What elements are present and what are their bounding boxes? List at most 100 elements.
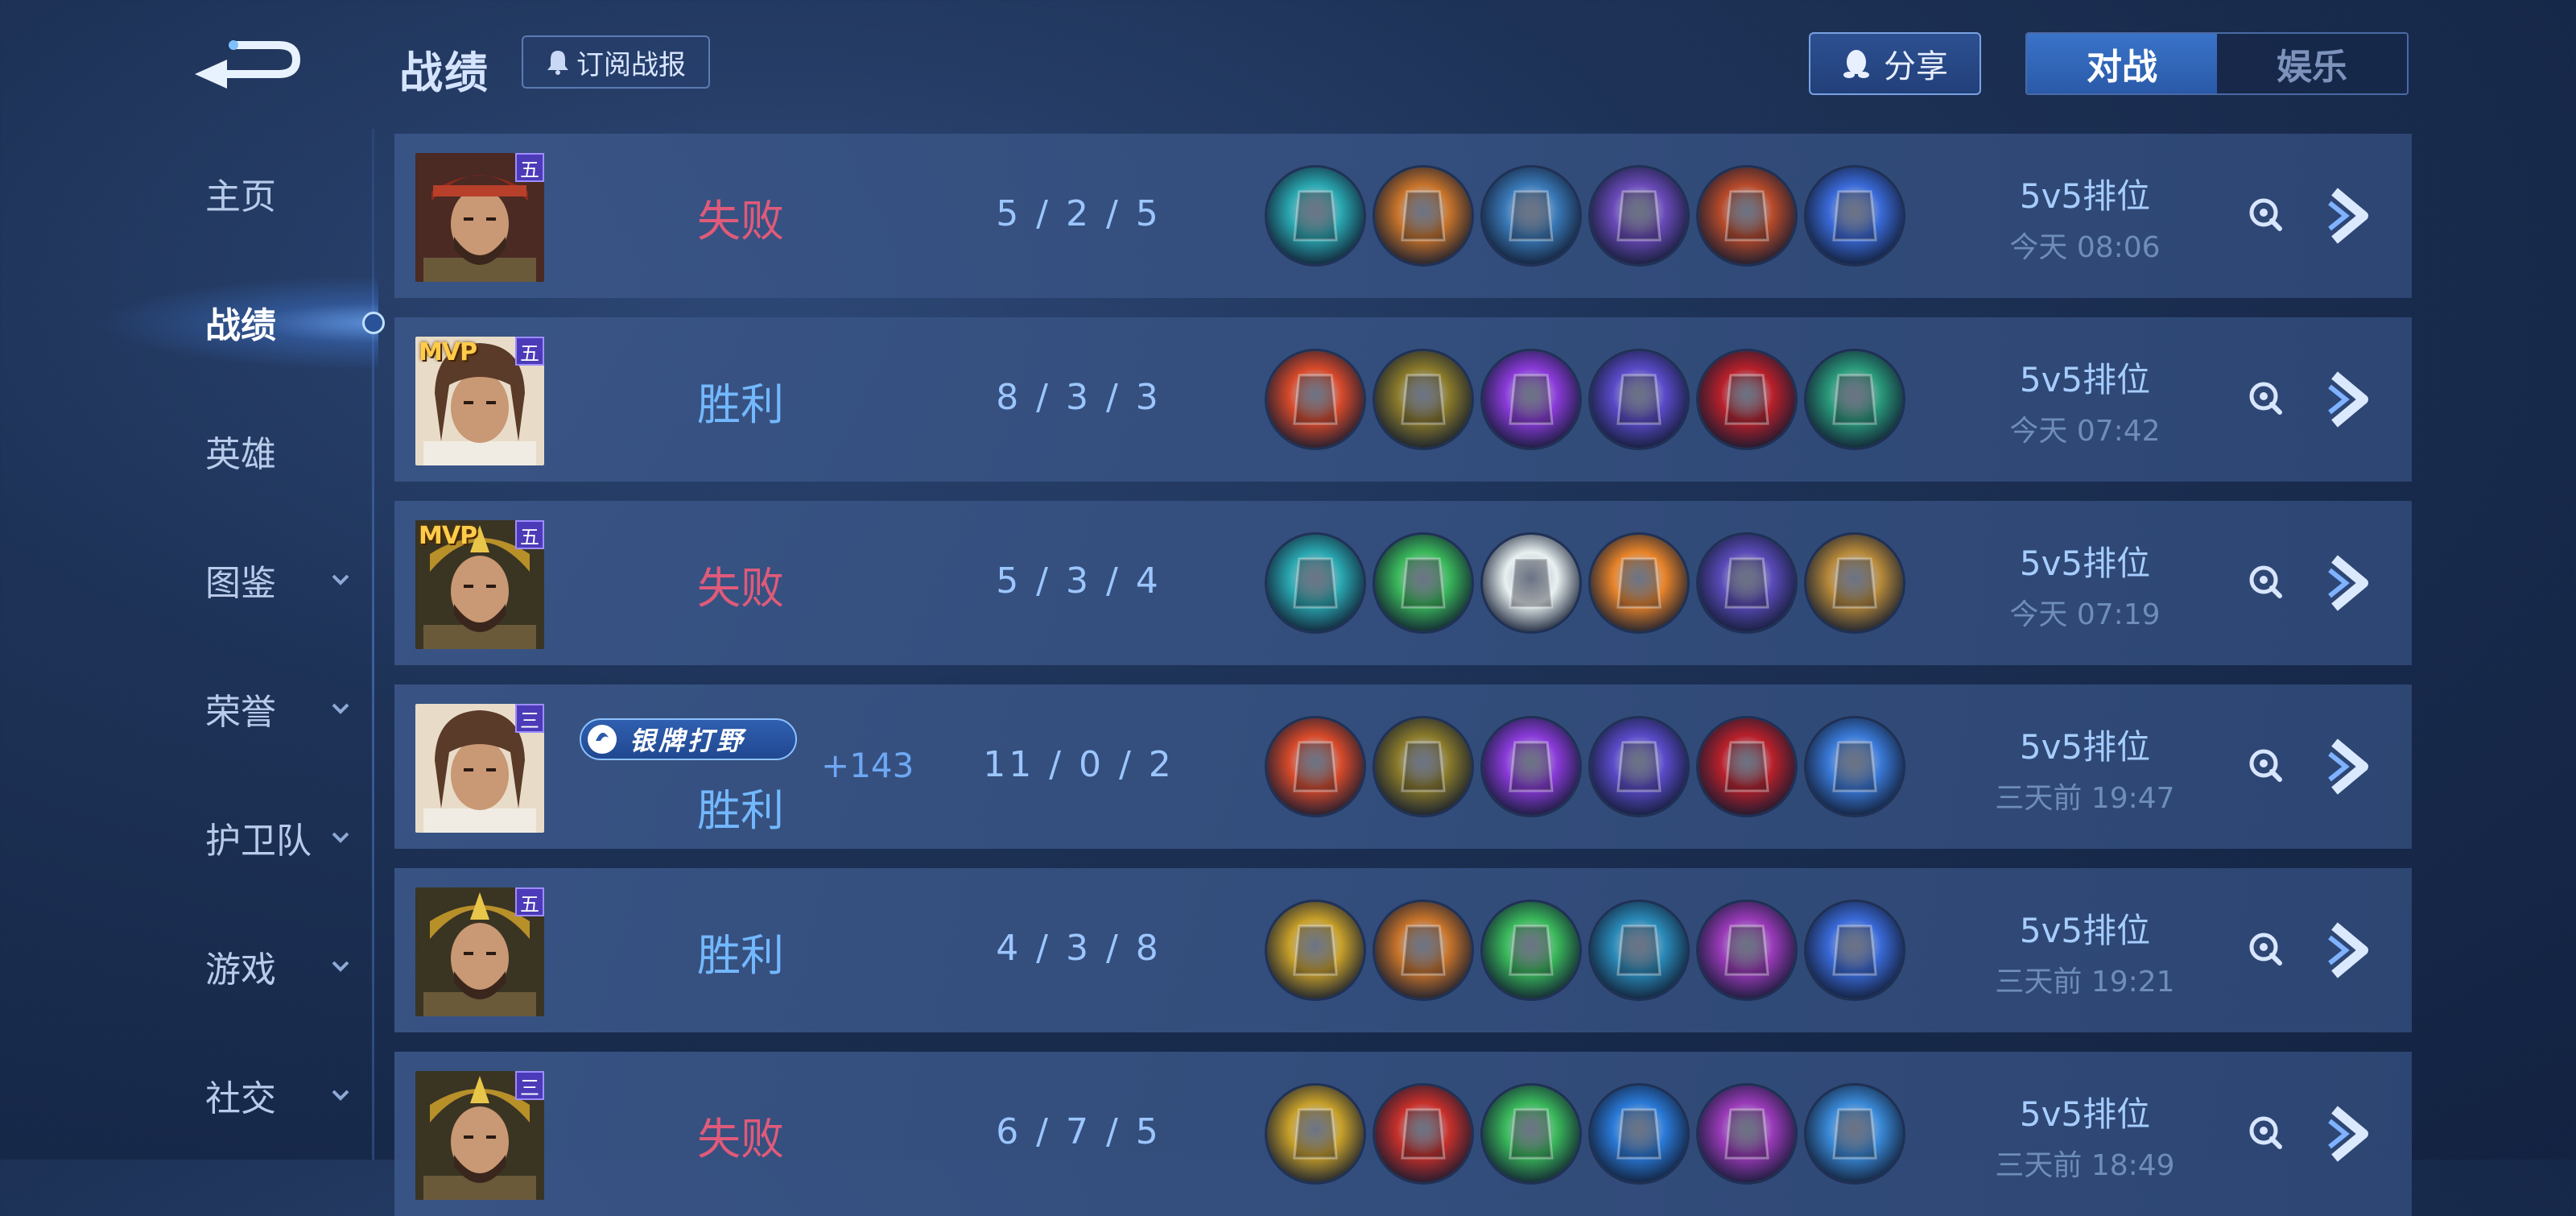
kda-score: 11 / 0 / 2: [983, 744, 1174, 785]
equipment-icon: [1699, 535, 1795, 631]
equipment-icon: [1483, 1086, 1579, 1182]
sidebar: 主页战绩英雄图鉴荣誉护卫队游戏社交: [0, 0, 385, 1160]
match-mode: 5v5排位: [2019, 176, 2151, 216]
replay-icon[interactable]: [2248, 564, 2283, 599]
sidebar-item[interactable]: 社交: [121, 1063, 362, 1127]
chevron-right-icon[interactable]: [2323, 920, 2375, 981]
equipment-icon: [1806, 718, 1903, 815]
match-result: 胜利: [697, 930, 784, 981]
equipment-icon: [1375, 902, 1472, 999]
sidebar-item-label: 游戏: [205, 949, 276, 991]
rank-tag: 三: [515, 704, 544, 733]
sidebar-item-label: 主页: [205, 176, 276, 217]
chevron-right-icon[interactable]: [2323, 552, 2375, 614]
match-row[interactable]: 三失败 6 / 7 / 5 5v5排位 三天前 18:49: [394, 1052, 2412, 1216]
match-result: 胜利: [697, 379, 784, 430]
replay-icon[interactable]: [2248, 196, 2283, 232]
match-row[interactable]: 三胜利 银牌打野 +143 11 / 0 / 2 5v5排位 三天前 19:47: [394, 685, 2412, 849]
equipment-list: [1267, 1086, 1903, 1182]
equipment-list: [1267, 351, 1903, 448]
jungle-role-icon: [588, 725, 617, 754]
equipment-icon: [1267, 168, 1364, 264]
match-mode: 5v5排位: [2019, 1094, 2151, 1134]
match-result: 失败: [697, 563, 784, 614]
mode-tab-switcher: 对战 娱乐: [2025, 32, 2409, 95]
rank-tag: 五: [515, 520, 544, 549]
match-row[interactable]: 五 MVP 胜利 8 / 3 / 3 5v5排位 今天 07:42: [394, 317, 2412, 482]
sidebar-item[interactable]: 护卫队: [121, 805, 362, 870]
share-button[interactable]: 分享: [1809, 32, 1981, 95]
chevron-down-icon: [332, 703, 349, 714]
equipment-icon: [1806, 168, 1903, 264]
equipment-icon: [1375, 718, 1472, 815]
bell-icon: [547, 51, 568, 75]
chevron-down-icon: [332, 574, 349, 585]
mvp-badge: MVP: [419, 338, 477, 366]
equipment-icon: [1267, 718, 1364, 815]
subscribe-report-button[interactable]: 订阅战报: [522, 35, 710, 89]
sidebar-item[interactable]: 游戏: [121, 934, 362, 999]
chevron-right-icon[interactable]: [2323, 369, 2375, 430]
replay-icon[interactable]: [2248, 1115, 2283, 1150]
equipment-list: [1267, 168, 1903, 264]
mvp-badge: MVP: [419, 522, 477, 550]
equipment-icon: [1483, 718, 1579, 815]
qq-penguin-icon: [1843, 50, 1869, 78]
title-badge: 银牌打野: [580, 718, 797, 760]
match-mode: 5v5排位: [2019, 727, 2151, 767]
equipment-icon: [1375, 168, 1472, 264]
equipment-icon: [1699, 168, 1795, 264]
match-row[interactable]: 五 MVP 失败 5 / 3 / 4 5v5排位 今天 07:19: [394, 501, 2412, 665]
chevron-right-icon[interactable]: [2323, 1103, 2375, 1164]
match-result: 失败: [697, 196, 784, 246]
back-arrow-icon: [195, 40, 301, 89]
replay-icon[interactable]: [2248, 931, 2283, 966]
equipment-list: [1267, 902, 1903, 999]
replay-icon[interactable]: [2248, 747, 2283, 783]
chevron-right-icon[interactable]: [2323, 185, 2375, 246]
kda-score: 5 / 3 / 4: [996, 560, 1162, 602]
kda-score: 6 / 7 / 5: [996, 1111, 1162, 1152]
equipment-icon: [1591, 535, 1687, 631]
chevron-down-icon: [332, 961, 349, 972]
sidebar-item[interactable]: 荣誉: [121, 676, 362, 741]
sidebar-item-label: 战绩: [205, 305, 276, 346]
equipment-icon: [1267, 535, 1364, 631]
equipment-icon: [1375, 535, 1472, 631]
rank-tag: 三: [515, 1071, 544, 1100]
equipment-icon: [1267, 902, 1364, 999]
share-label: 分享: [1884, 48, 1948, 85]
sidebar-item[interactable]: 图鉴: [121, 548, 362, 612]
sidebar-item[interactable]: 主页: [121, 161, 362, 225]
rank-points-change: +143: [821, 746, 914, 785]
chevron-down-icon: [332, 1090, 349, 1101]
match-row[interactable]: 五胜利 4 / 3 / 8 5v5排位 三天前 19:21: [394, 868, 2412, 1032]
equipment-icon: [1267, 351, 1364, 448]
match-time: 今天 07:42: [2009, 415, 2161, 448]
equipment-icon: [1699, 351, 1795, 448]
rank-tag: 五: [515, 153, 544, 182]
match-row[interactable]: 五失败 5 / 2 / 5 5v5排位 今天 08:06: [394, 134, 2412, 298]
match-result: 失败: [697, 1114, 784, 1164]
sidebar-item[interactable]: 英雄: [121, 419, 362, 483]
back-button[interactable]: [190, 27, 303, 92]
sidebar-item[interactable]: 战绩: [121, 290, 362, 354]
equipment-list: [1267, 535, 1903, 631]
equipment-icon: [1375, 351, 1472, 448]
chevron-right-icon[interactable]: [2323, 736, 2375, 797]
equipment-icon: [1591, 351, 1687, 448]
sidebar-item-label: 护卫队: [205, 821, 312, 862]
subscribe-label: 订阅战报: [576, 48, 686, 81]
equipment-icon: [1591, 718, 1687, 815]
equipment-icon: [1806, 1086, 1903, 1182]
page-title: 战绩: [399, 48, 489, 98]
tab-entertainment[interactable]: 娱乐: [2217, 34, 2407, 93]
rank-tag: 五: [515, 337, 544, 366]
title-badge-label: 银牌打野: [630, 726, 746, 756]
tab-battle[interactable]: 对战: [2027, 34, 2217, 93]
equipment-icon: [1591, 902, 1687, 999]
match-time: 三天前 19:47: [1995, 782, 2175, 815]
match-time: 今天 08:06: [2009, 231, 2161, 264]
replay-icon[interactable]: [2248, 380, 2283, 416]
kda-score: 8 / 3 / 3: [996, 377, 1162, 418]
